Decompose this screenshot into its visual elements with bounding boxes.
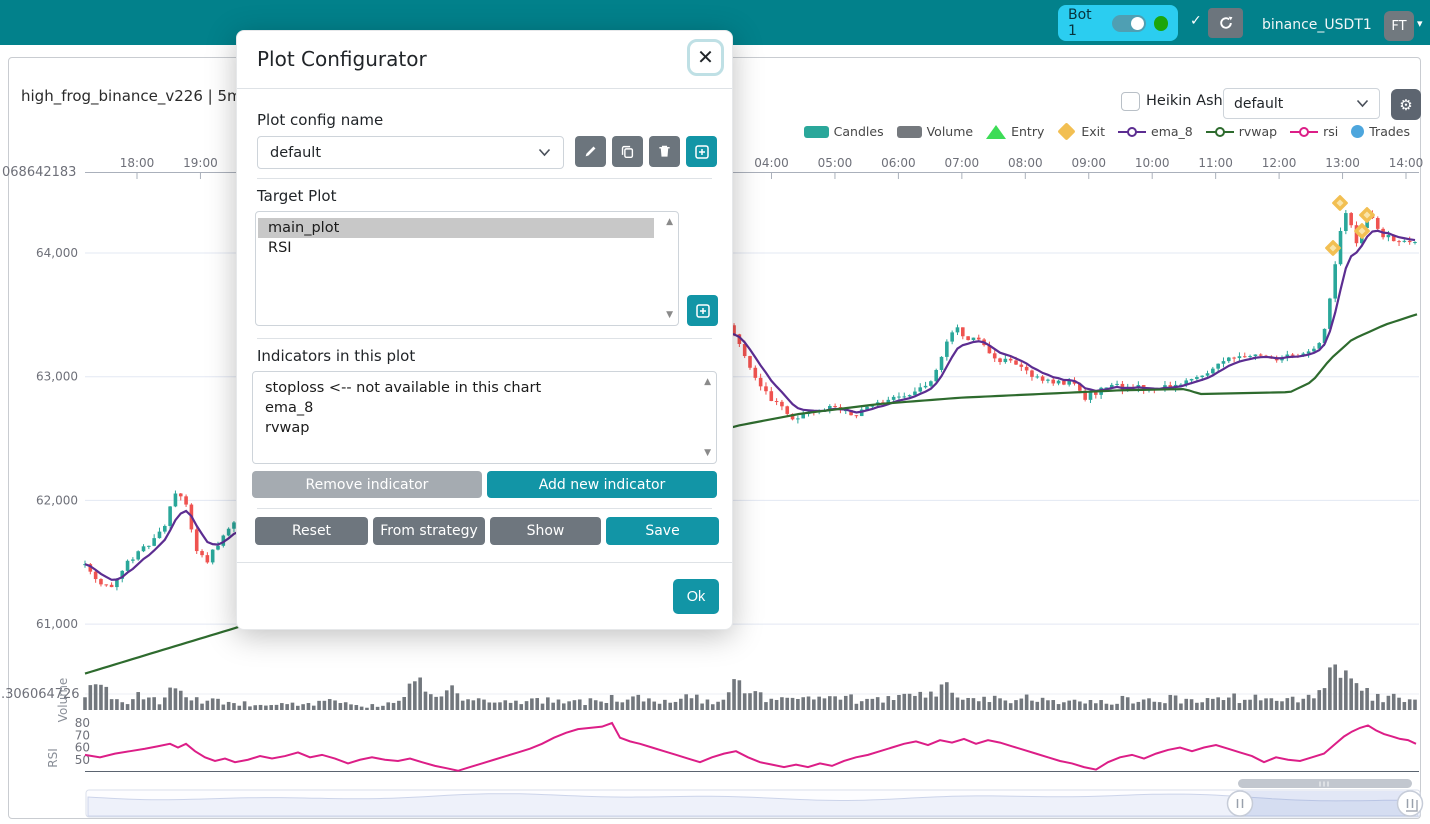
legend-label: rsi (1323, 124, 1338, 139)
close-button[interactable]: ✕ (687, 39, 724, 76)
plot-configurator-gear-button[interactable]: ⚙ (1391, 89, 1421, 120)
plot-config-select-value: default (1234, 96, 1283, 112)
reset-button[interactable]: Reset (255, 517, 368, 545)
legend-item-Trades[interactable]: Trades (1351, 124, 1410, 139)
legend-item-Candles[interactable]: Candles (804, 124, 884, 139)
check-icon[interactable]: ✓ (1190, 13, 1202, 29)
target-plot-option[interactable]: main_plot (258, 218, 654, 238)
rsi-symbol-icon (1290, 131, 1318, 133)
save-button[interactable]: Save (606, 517, 719, 545)
close-icon: ✕ (697, 47, 714, 69)
caret-down-icon[interactable]: ▾ (1417, 17, 1423, 30)
copy-icon (620, 144, 635, 159)
legend-item-Entry[interactable]: Entry (986, 124, 1044, 139)
from-strategy-button[interactable]: From strategy (373, 517, 485, 545)
gear-icon: ⚙ (1399, 96, 1412, 114)
legend-label: Exit (1081, 124, 1105, 139)
config-name-value: default (270, 145, 321, 161)
legend-item-ema_8[interactable]: ema_8 (1118, 124, 1193, 139)
trash-icon (657, 144, 672, 159)
target-plot-option[interactable]: RSI (258, 238, 654, 258)
legend-label: rvwap (1239, 124, 1277, 139)
avatar[interactable]: FT (1384, 11, 1414, 41)
plot-config-select[interactable]: default (1223, 88, 1380, 119)
legend-item-rsi[interactable]: rsi (1290, 124, 1338, 139)
edit-config-button[interactable] (575, 136, 606, 167)
footer-divider (237, 562, 732, 563)
pencil-icon (583, 144, 598, 159)
legend-item-Volume[interactable]: Volume (897, 124, 974, 139)
show-button[interactable]: Show (490, 517, 601, 545)
bot-name-label: Bot 1 (1068, 7, 1104, 39)
delete-config-button[interactable] (649, 136, 680, 167)
indicators-listbox[interactable]: stoploss <-- not available in this chart… (252, 371, 717, 464)
add-new-indicator-button[interactable]: Add new indicator (487, 471, 717, 498)
volume-symbol-icon (897, 126, 922, 138)
indicator-rows: stoploss <-- not available in this chart… (255, 378, 692, 438)
target-plot-label: Target Plot (257, 187, 336, 205)
chart-title: high_frog_binance_v226 | 5m (21, 87, 242, 105)
legend-label: ema_8 (1151, 124, 1193, 139)
bot-toggle[interactable] (1112, 15, 1146, 32)
bot-selector[interactable]: Bot 1 (1058, 5, 1178, 41)
target-plot-rows: main_plotRSI (258, 218, 654, 258)
rvwap-symbol-icon (1206, 131, 1234, 133)
legend-item-rvwap[interactable]: rvwap (1206, 124, 1277, 139)
indicator-option[interactable]: stoploss <-- not available in this chart (255, 378, 692, 398)
refresh-button[interactable] (1208, 8, 1243, 38)
divider (257, 508, 712, 509)
scroll-up-icon[interactable]: ▲ (666, 217, 673, 227)
plot-configurator-modal: Plot Configurator ✕ Plot config name def… (236, 30, 733, 630)
toggle-knob (1131, 17, 1144, 30)
copy-config-button[interactable] (612, 136, 643, 167)
modal-title: Plot Configurator (257, 47, 427, 71)
pair-label: binance_USDT1 (1262, 17, 1372, 33)
ema_8-symbol-icon (1118, 131, 1146, 133)
indicator-option[interactable]: ema_8 (255, 398, 692, 418)
trades-symbol-icon (1351, 125, 1364, 138)
divider (257, 338, 712, 339)
legend-label: Candles (834, 124, 884, 139)
remove-indicator-button[interactable]: Remove indicator (252, 471, 482, 498)
add-config-button[interactable] (686, 136, 717, 167)
scroll-down-icon[interactable]: ▼ (666, 310, 673, 320)
refresh-icon (1218, 15, 1234, 31)
candles-symbol-icon (804, 126, 829, 138)
chevron-down-icon (538, 148, 551, 157)
scroll-down-icon[interactable]: ▼ (704, 448, 711, 458)
plus-square-icon (694, 144, 710, 160)
entry-symbol-icon (986, 125, 1006, 139)
plus-square-icon (695, 303, 711, 319)
chevron-down-icon (1356, 99, 1369, 108)
chart-legend: Candles Volume Entry Exit ema_8 rvwap rsi Trade… (804, 124, 1410, 139)
legend-item-Exit[interactable]: Exit (1057, 124, 1105, 139)
ok-button[interactable]: Ok (673, 579, 719, 614)
divider (257, 178, 712, 179)
add-target-plot-button[interactable] (687, 295, 718, 326)
legend-label: Volume (927, 124, 974, 139)
legend-label: Trades (1369, 124, 1410, 139)
indicator-option[interactable]: rvwap (255, 418, 692, 438)
target-plot-listbox[interactable]: main_plotRSI ▲ ▼ (255, 211, 679, 326)
heikin-ashi-label: Heikin Ashi (1146, 93, 1227, 109)
scroll-up-icon[interactable]: ▲ (704, 377, 711, 387)
heikin-ashi-checkbox[interactable] (1121, 92, 1140, 111)
plot-config-name-label: Plot config name (257, 111, 383, 129)
exit-symbol-icon (1058, 122, 1076, 140)
config-name-select[interactable]: default (257, 136, 564, 169)
bot-online-dot (1154, 16, 1168, 31)
indicators-label: Indicators in this plot (257, 347, 415, 365)
legend-label: Entry (1011, 124, 1044, 139)
